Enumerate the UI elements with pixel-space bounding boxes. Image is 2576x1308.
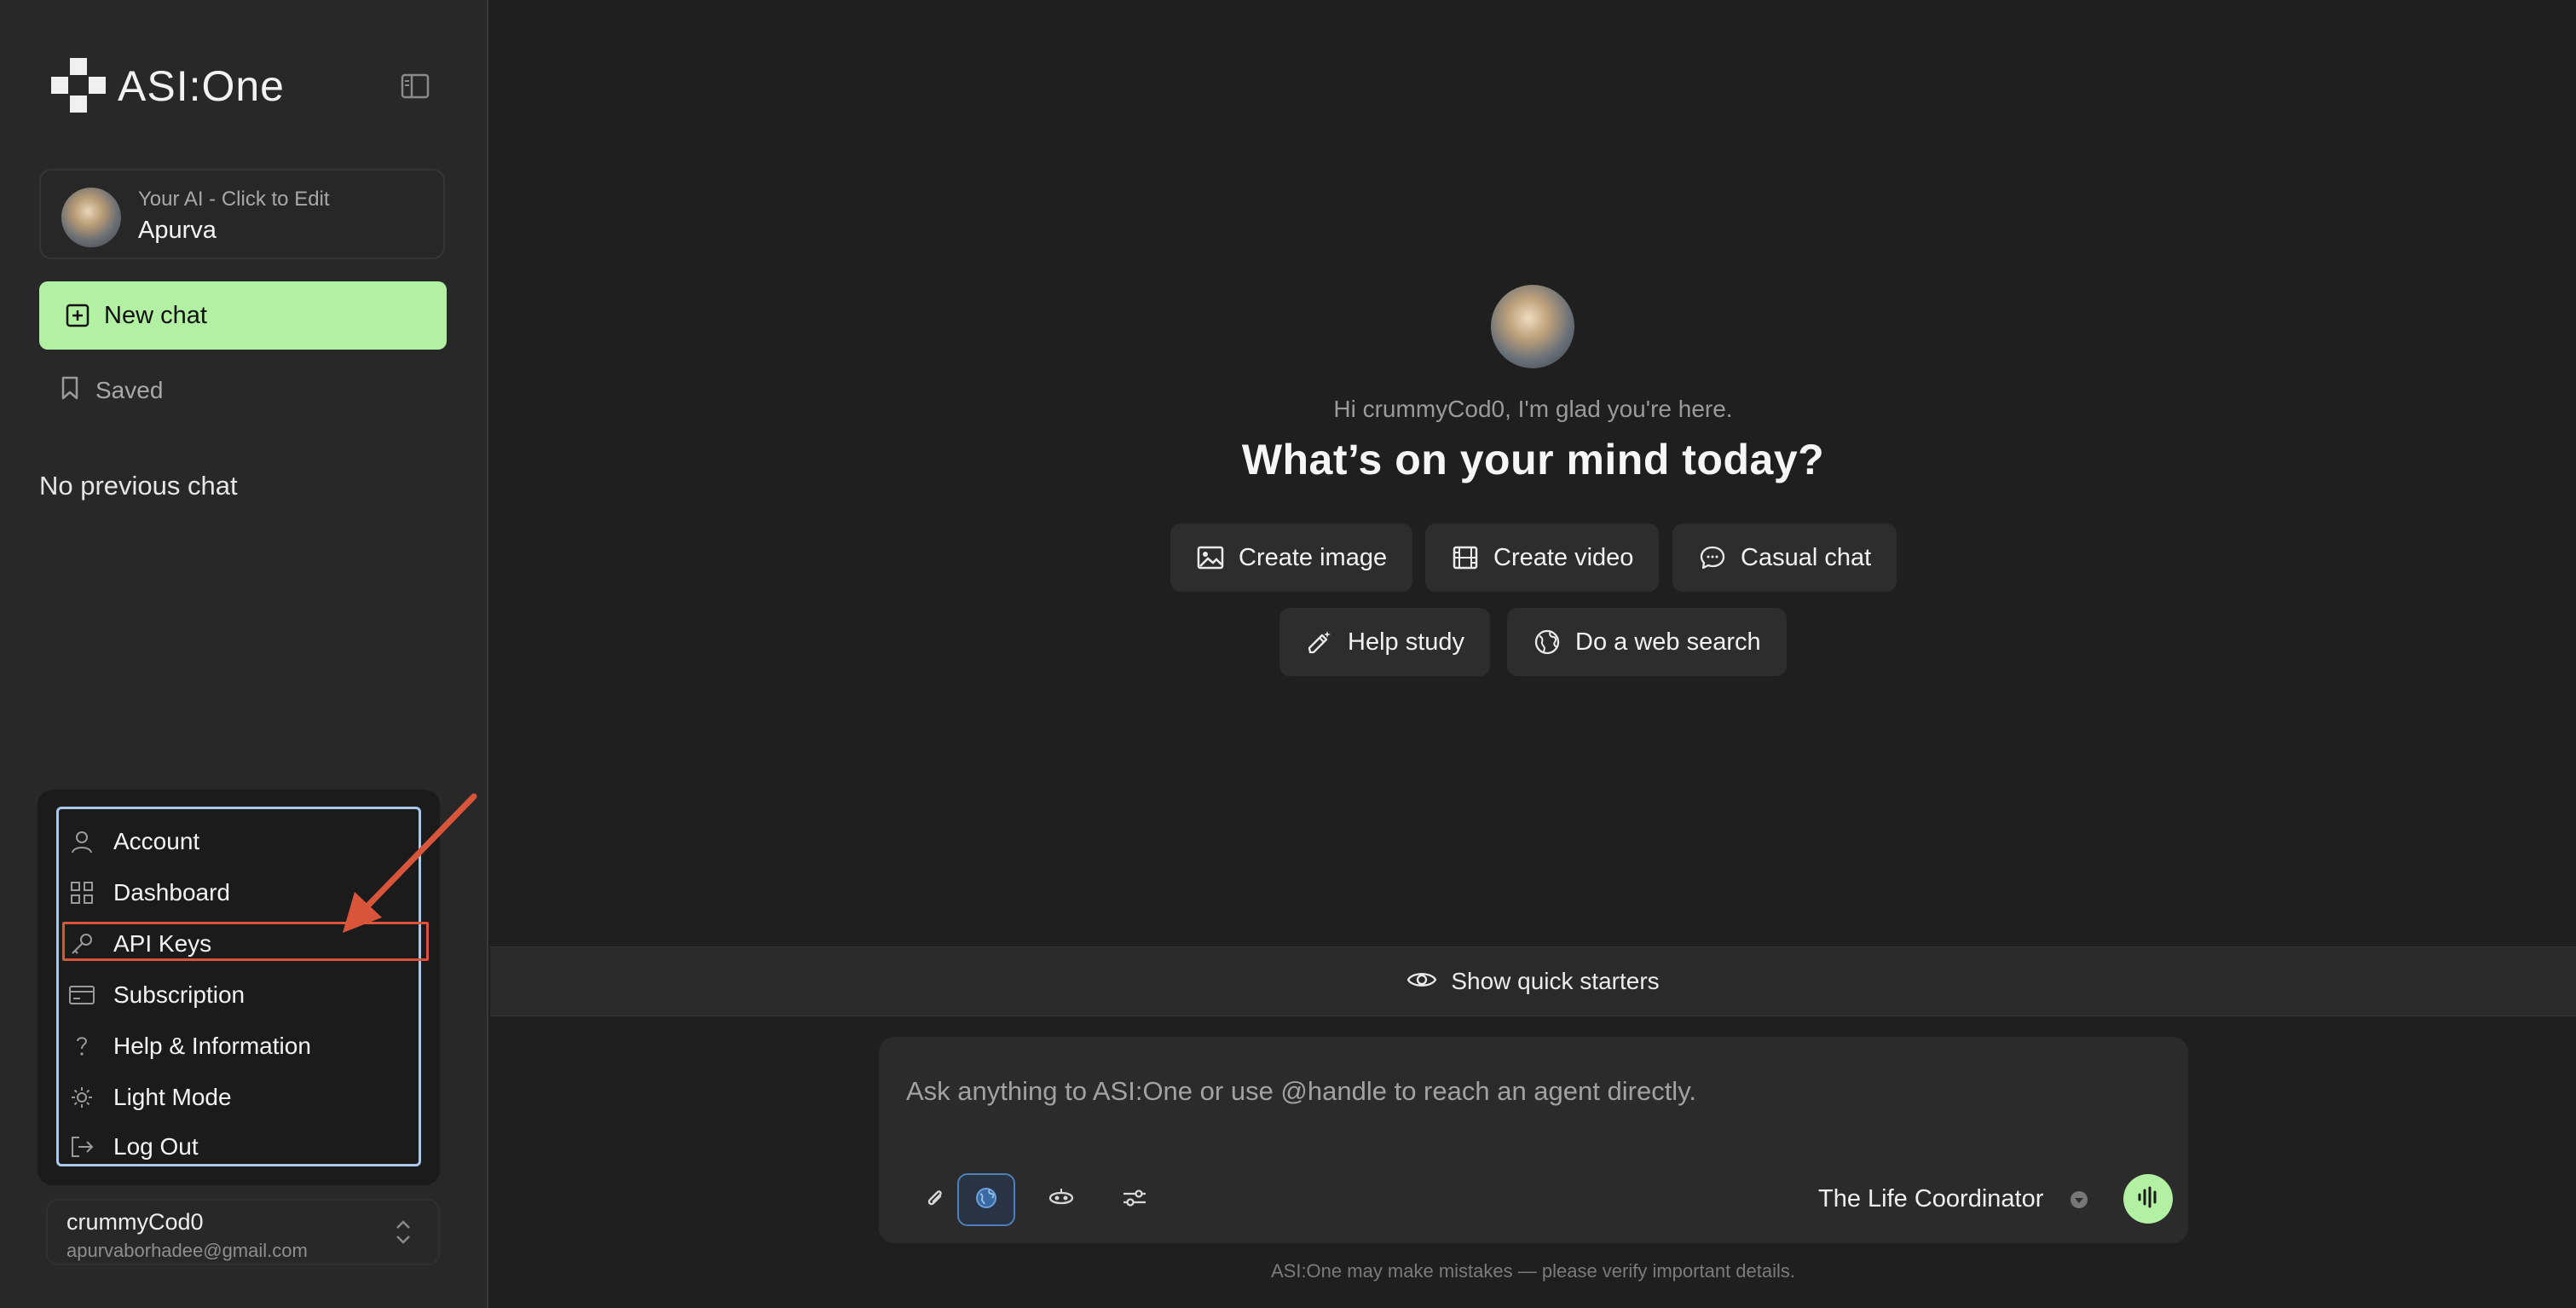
sliders-icon — [1121, 1186, 1148, 1214]
greeting-text: Hi crummyCod0, I'm glad you're here. — [1333, 396, 1733, 422]
disclaimer-text: ASI:One may make mistakes — please verif… — [1270, 1260, 1795, 1282]
starter-web-search[interactable]: Do a web search — [1507, 608, 1787, 676]
film-icon — [1451, 543, 1480, 572]
menu-item-help[interactable]: Help & Information — [67, 1027, 408, 1065]
settings-sliders-button[interactable] — [1106, 1173, 1164, 1226]
globe-icon — [973, 1185, 999, 1215]
ai-avatar — [61, 188, 121, 247]
globe-icon — [1533, 628, 1562, 657]
ai-profile-card[interactable]: Your AI - Click to Edit Apurva — [39, 169, 445, 259]
plus-square-icon — [65, 303, 90, 328]
starter-help-study[interactable]: Help study — [1279, 608, 1491, 676]
logout-icon — [67, 1132, 96, 1161]
menu-item-label: Dashboard — [113, 879, 230, 906]
chevron-down-icon[interactable] — [2069, 1189, 2089, 1214]
ai-hero-avatar — [1491, 285, 1574, 368]
annotation-arrow-icon — [332, 786, 486, 944]
user-name: crummyCod0 — [66, 1209, 204, 1235]
starter-casual-chat[interactable]: Casual chat — [1672, 524, 1897, 592]
page-title: What’s on your mind today? — [1241, 436, 1825, 483]
chat-input[interactable] — [906, 1073, 2151, 1110]
show-quick-starters-button[interactable]: Show quick starters — [490, 946, 2576, 1016]
saved-link[interactable]: Saved — [60, 375, 163, 405]
menu-item-label: Account — [113, 828, 200, 854]
web-search-toggle[interactable] — [957, 1173, 1015, 1226]
audio-wave-icon — [2135, 1184, 2161, 1214]
starter-create-video[interactable]: Create video — [1425, 524, 1660, 592]
starter-label: Create video — [1493, 543, 1634, 571]
attach-button[interactable] — [906, 1173, 964, 1226]
chat-bubble-icon — [1698, 543, 1727, 572]
main-panel: Hi crummyCod0, I'm glad you're here. Wha… — [490, 0, 2576, 1308]
ai-profile-subtitle: Your AI - Click to Edit — [138, 188, 330, 211]
sidebar: ASI:One Your AI - Click to Edit Apurva N… — [0, 0, 488, 1308]
agent-mode-button[interactable] — [1032, 1173, 1090, 1226]
user-account-switcher[interactable]: crummyCod0 apurvaborhadee@gmail.com — [46, 1199, 440, 1265]
chevron-up-down-icon — [394, 1218, 413, 1251]
new-chat-button[interactable]: New chat — [39, 281, 447, 350]
brand-logo[interactable]: ASI:One — [51, 58, 285, 114]
voice-mode-button[interactable] — [2123, 1174, 2173, 1224]
starter-create-image[interactable]: Create image — [1170, 524, 1413, 592]
grid-icon — [67, 878, 96, 907]
app-root: ASI:One Your AI - Click to Edit Apurva N… — [0, 0, 2576, 1308]
magic-pencil-icon — [1305, 628, 1334, 657]
starter-label: Help study — [1348, 628, 1465, 656]
bookmark-icon — [60, 375, 80, 405]
menu-item-label: Light Mode — [113, 1084, 232, 1110]
new-chat-label: New chat — [104, 301, 207, 329]
image-icon — [1196, 543, 1225, 572]
starter-label: Do a web search — [1575, 628, 1761, 656]
starter-label: Casual chat — [1741, 543, 1872, 571]
quick-starters-label: Show quick starters — [1451, 968, 1660, 994]
sun-icon — [67, 1083, 96, 1112]
brand-name: ASI:One — [118, 62, 285, 110]
logo-mark-icon — [51, 58, 107, 114]
menu-item-light-mode[interactable]: Light Mode — [67, 1079, 408, 1116]
user-icon — [67, 827, 96, 856]
menu-item-label: Help & Information — [113, 1033, 311, 1059]
menu-item-subscription[interactable]: Subscription — [67, 976, 408, 1014]
empty-history-text: No previous chat — [39, 471, 238, 501]
starter-label: Create image — [1239, 543, 1388, 571]
menu-item-logout[interactable]: Log Out — [67, 1128, 408, 1166]
user-email: apurvaborhadee@gmail.com — [66, 1240, 308, 1261]
question-icon — [67, 1032, 96, 1061]
paperclip-icon — [924, 1185, 946, 1215]
menu-item-label: Subscription — [113, 981, 245, 1008]
eye-icon — [1406, 969, 1437, 995]
ai-profile-name: Apurva — [138, 217, 217, 244]
sidebar-toggle-icon[interactable] — [401, 73, 430, 99]
agent-selector-label[interactable]: The Life Coordinator — [1818, 1185, 2043, 1213]
robot-icon — [1047, 1185, 1076, 1215]
credit-card-icon — [67, 981, 96, 1010]
saved-label: Saved — [95, 376, 164, 403]
menu-item-label: Log Out — [113, 1133, 199, 1160]
